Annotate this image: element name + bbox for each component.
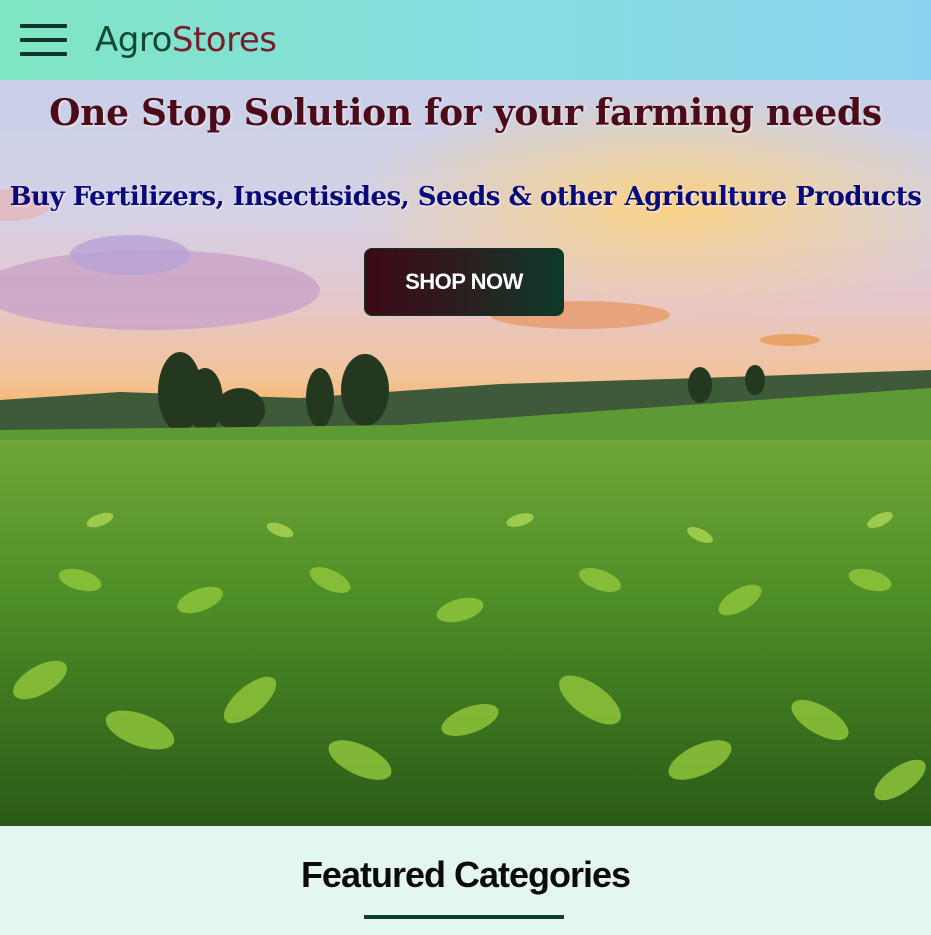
featured-categories-heading: Featured Categories: [300, 854, 631, 895]
brand-name-stores: Stores: [171, 20, 277, 60]
hero-subtitle: Buy Fertilizers, Insectisides, Seeds & o…: [9, 182, 922, 212]
brand-logo[interactable]: AgroStores: [95, 16, 277, 64]
shop-now-button[interactable]: SHOP NOW: [364, 248, 564, 316]
hamburger-bar: [20, 38, 67, 42]
hamburger-menu-icon[interactable]: [20, 24, 67, 56]
hamburger-bar: [20, 52, 67, 56]
hero-banner: One Stop Solution for your farming needs…: [0, 80, 931, 826]
top-navbar: AgroStores: [0, 0, 931, 80]
featured-categories-section: Featured Categories: [0, 826, 931, 935]
hero-title: One Stop Solution for your farming needs: [49, 92, 882, 134]
brand-name-agro: Agro: [95, 20, 172, 60]
heading-underline: [364, 915, 564, 919]
hamburger-bar: [20, 24, 67, 28]
